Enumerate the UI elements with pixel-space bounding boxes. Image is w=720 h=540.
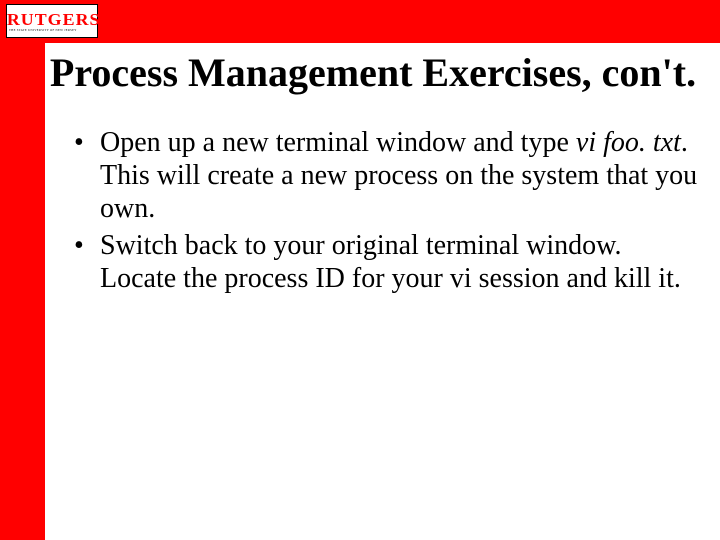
bullet-item: Open up a new terminal window and type v…	[74, 126, 698, 225]
bullet-command: vi foo. txt	[576, 127, 681, 158]
bullet-text: Open up a new terminal window and type	[100, 127, 576, 158]
content-area: Process Management Exercises, con't. Ope…	[48, 50, 698, 299]
bullet-item: Switch back to your original terminal wi…	[74, 229, 698, 295]
bullet-text: Switch back to your original terminal wi…	[100, 230, 681, 294]
logo-text: RUTGERS	[7, 11, 97, 28]
bullet-list: Open up a new terminal window and type v…	[48, 126, 698, 295]
slide-title: Process Management Exercises, con't.	[48, 50, 698, 96]
rutgers-logo: RUTGERS THE STATE UNIVERSITY OF NEW JERS…	[6, 4, 98, 38]
slide: RUTGERS THE STATE UNIVERSITY OF NEW JERS…	[0, 0, 720, 540]
side-bar	[0, 0, 45, 540]
top-bar	[0, 0, 720, 43]
